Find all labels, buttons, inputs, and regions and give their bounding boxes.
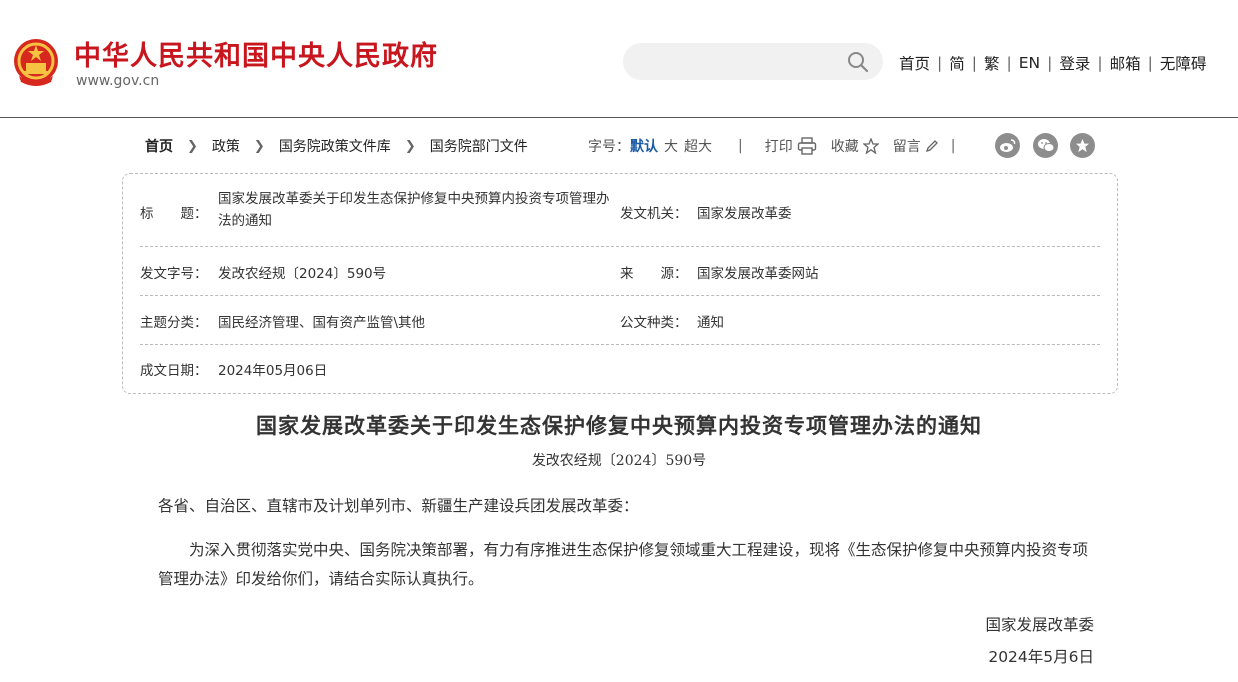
breadcrumb-policy[interactable]: 政策 bbox=[212, 136, 240, 156]
chevron-right-icon: ❯ bbox=[187, 138, 198, 154]
tools-separator: | bbox=[950, 138, 956, 154]
document-number: 发改农经规〔2024〕590号 bbox=[531, 453, 707, 469]
topic-value: 国民经济管理、国有资产监管\其他 bbox=[218, 315, 426, 331]
document-title: 国家发展改革委关于印发生态保护修复中央预算内投资专项管理办法的通知 bbox=[256, 414, 982, 438]
site-url: www.gov.cn bbox=[76, 73, 160, 89]
print-button[interactable]: 打印 bbox=[765, 136, 817, 156]
favorite-button[interactable]: 收藏 bbox=[831, 136, 879, 156]
top-nav: 首页 | 简 | 繁 | EN | 登录 | 邮箱 | 无障碍 bbox=[893, 52, 1212, 74]
source-value: 国家发展改革委网站 bbox=[697, 266, 819, 282]
pencil-icon bbox=[925, 140, 938, 153]
doc-type-label: 公文种类： bbox=[620, 315, 688, 331]
site-title[interactable]: 中华人民共和国中央人民政府 bbox=[74, 34, 438, 73]
weibo-icon bbox=[1000, 139, 1016, 152]
star-icon bbox=[862, 138, 879, 154]
nav-mail[interactable]: 邮箱 bbox=[1104, 52, 1147, 74]
bookmark-share-button[interactable] bbox=[1070, 133, 1095, 158]
issuer-label: 发文机关： bbox=[620, 206, 688, 222]
printer-icon bbox=[797, 137, 816, 155]
info-row-title: 标 题： 国家发展改革委关于印发生态保护修复中央预算内投资专项管理办法的通知 发… bbox=[140, 174, 1100, 247]
signature-date: 2024年5月6日 bbox=[988, 648, 1094, 666]
nav-traditional[interactable]: 繁 bbox=[978, 52, 1006, 74]
breadcrumb-department-docs[interactable]: 国务院部门文件 bbox=[430, 136, 528, 156]
document-addressee: 各省、自治区、直辖市及计划单列市、新疆生产建设兵团发展改革委： bbox=[158, 497, 639, 515]
title-label: 标 题： bbox=[140, 206, 208, 222]
search-icon[interactable] bbox=[847, 51, 869, 73]
font-size-label: 字号： bbox=[588, 139, 630, 155]
breadcrumb-home[interactable]: 首页 bbox=[145, 136, 173, 156]
date-label: 成文日期： bbox=[140, 363, 208, 379]
breadcrumb-state-council-library[interactable]: 国务院政策文件库 bbox=[279, 136, 391, 156]
tools-separator: | bbox=[738, 138, 743, 154]
nav-separator: | bbox=[1047, 54, 1053, 72]
favorite-share-icon bbox=[1075, 138, 1090, 153]
issuer-value: 国家发展改革委 bbox=[697, 206, 792, 222]
font-size-xlarge[interactable]: 超大 bbox=[684, 136, 712, 156]
comment-button[interactable]: 留言 bbox=[893, 136, 939, 156]
nav-home[interactable]: 首页 bbox=[893, 52, 936, 74]
document-paragraph: 为深入贯彻落实党中央、国务院决策部署，有力有序推进生态保护修复领域重大工程建设，… bbox=[158, 541, 1089, 588]
doc-type-value: 通知 bbox=[697, 315, 724, 331]
weibo-share-button[interactable] bbox=[995, 133, 1020, 158]
nav-separator: | bbox=[1006, 54, 1012, 72]
wechat-share-button[interactable] bbox=[1033, 133, 1058, 158]
nav-separator: | bbox=[971, 54, 977, 72]
nav-separator: | bbox=[1147, 54, 1153, 72]
nav-english[interactable]: EN bbox=[1013, 54, 1046, 72]
comment-label: 留言 bbox=[892, 139, 921, 155]
favorite-label: 收藏 bbox=[830, 139, 859, 155]
source-label: 来 源： bbox=[620, 266, 688, 282]
topic-label: 主题分类： bbox=[140, 315, 208, 331]
date-value: 2024年05月06日 bbox=[218, 363, 328, 379]
font-size-large[interactable]: 大 bbox=[664, 136, 678, 156]
doc-number-value: 发改农经规〔2024〕590号 bbox=[218, 266, 387, 282]
breadcrumb: 首页 ❯ 政策 ❯ 国务院政策文件库 ❯ 国务院部门文件 bbox=[145, 136, 528, 156]
site-header: 中华人民共和国中央人民政府 www.gov.cn 首页 | 简 | 繁 | EN… bbox=[0, 0, 1238, 118]
chevron-right-icon: ❯ bbox=[404, 138, 416, 154]
nav-separator: | bbox=[1097, 54, 1103, 72]
font-size-default[interactable]: 默认 bbox=[630, 136, 658, 156]
info-row-topic: 主题分类： 国民经济管理、国有资产监管\其他 公文种类： 通知 bbox=[140, 296, 1100, 345]
document-info-table: 标 题： 国家发展改革委关于印发生态保护修复中央预算内投资专项管理办法的通知 发… bbox=[122, 173, 1118, 394]
chevron-right-icon: ❯ bbox=[253, 138, 265, 154]
national-emblem-icon[interactable] bbox=[11, 36, 61, 88]
article-tools: 字号： 默认 大 超大 | 打印 收藏 留言 | bbox=[588, 136, 955, 156]
info-row-date: 成文日期： 2024年05月06日 bbox=[140, 345, 1100, 393]
wechat-icon bbox=[1037, 139, 1054, 152]
nav-login[interactable]: 登录 bbox=[1053, 52, 1096, 74]
title-value: 国家发展改革委关于印发生态保护修复中央预算内投资专项管理办法的通知 bbox=[218, 191, 610, 229]
nav-separator: | bbox=[937, 54, 943, 72]
search-input[interactable] bbox=[623, 43, 833, 80]
doc-number-label: 发文字号： bbox=[140, 266, 208, 282]
signature-organization: 国家发展改革委 bbox=[985, 616, 1094, 634]
nav-accessibility[interactable]: 无障碍 bbox=[1154, 52, 1213, 74]
info-row-doc-number: 发文字号： 发改农经规〔2024〕590号 来 源： 国家发展改革委网站 bbox=[140, 247, 1100, 296]
nav-simplified[interactable]: 简 bbox=[943, 52, 971, 74]
print-label: 打印 bbox=[764, 139, 793, 155]
search-box bbox=[623, 43, 883, 80]
